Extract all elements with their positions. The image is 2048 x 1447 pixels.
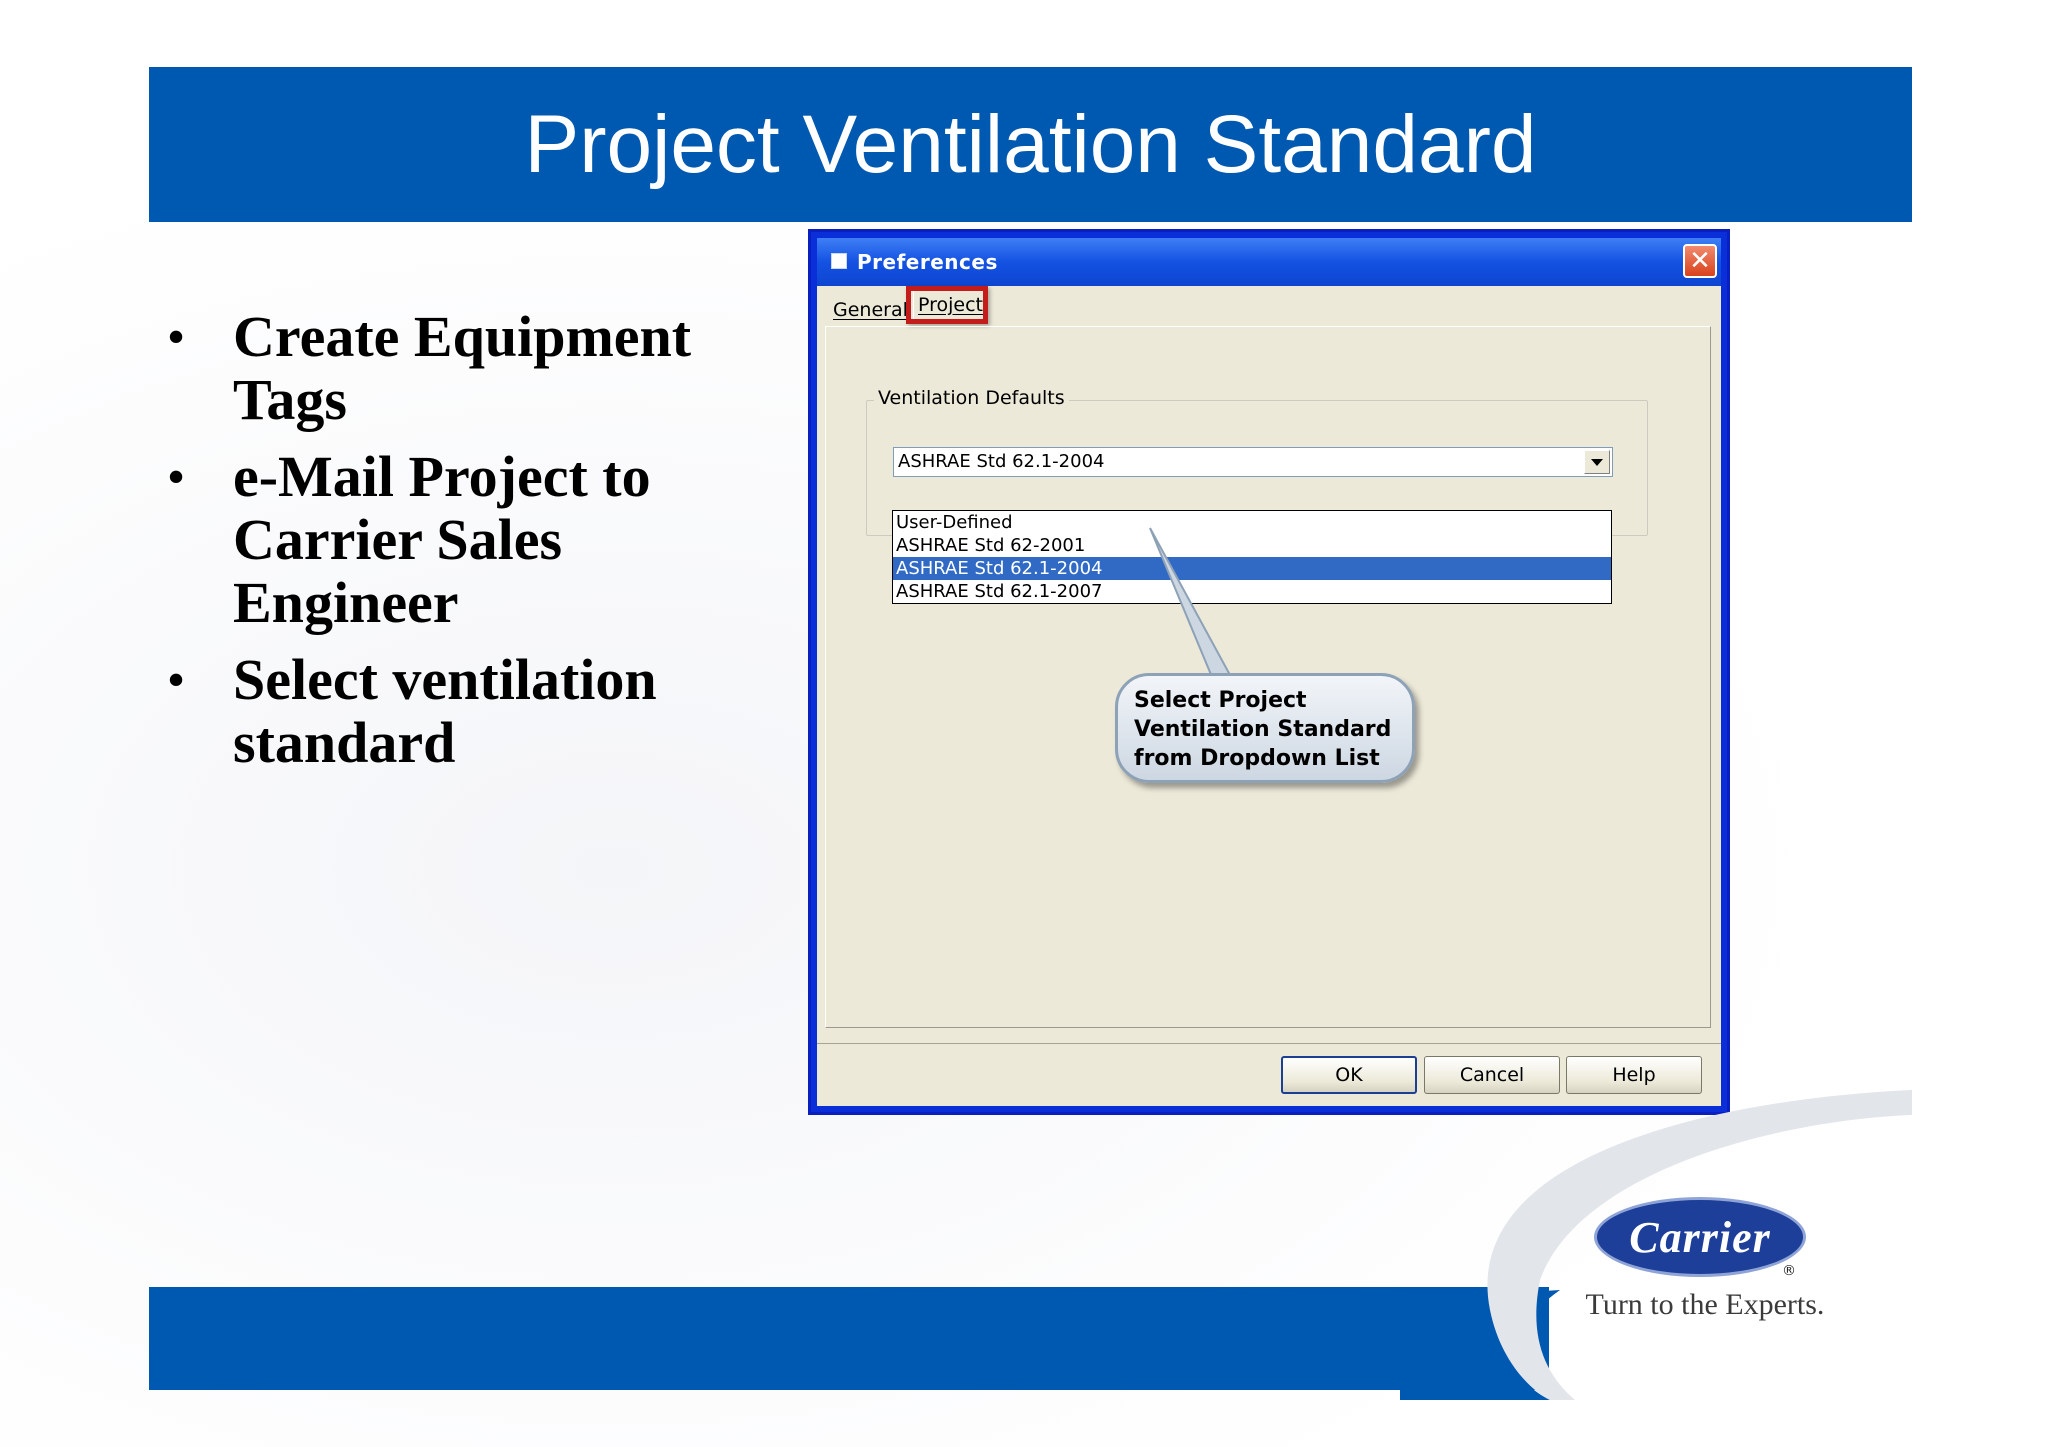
callout-text: Select Project Ventilation Standard from… xyxy=(1134,688,1392,771)
carrier-logo: Carrier xyxy=(1594,1197,1806,1277)
bullet-item: • Select ventilation standard xyxy=(160,648,780,774)
preferences-dialog: Preferences ✕ General Project Ventilatio… xyxy=(808,229,1730,1115)
bullet-text: Create Equipment Tags xyxy=(233,304,692,432)
slide-title: Project Ventilation Standard xyxy=(524,98,1537,190)
ok-button[interactable]: OK xyxy=(1281,1056,1417,1094)
option-user-defined[interactable]: User-Defined xyxy=(893,511,1611,534)
groupbox-label: Ventilation Defaults xyxy=(874,387,1069,409)
registered-mark: ® xyxy=(1782,1263,1796,1279)
bullet-item: • Create Equipment Tags xyxy=(160,305,780,431)
bullet-text: e-Mail Project to Carrier Sales Engineer xyxy=(233,444,651,635)
tab-general-label: General xyxy=(833,299,908,321)
bullet-text: Select ventilation standard xyxy=(233,647,657,775)
bullet-dot-icon: • xyxy=(168,451,185,502)
dialog-title: Preferences xyxy=(857,250,998,274)
option-ashrae-62-2001[interactable]: ASHRAE Std 62-2001 xyxy=(893,534,1611,557)
bullet-dot-icon: • xyxy=(168,311,185,362)
tab-general[interactable]: General xyxy=(829,296,912,324)
header-band: Project Ventilation Standard xyxy=(149,67,1912,222)
callout-pointer-shape xyxy=(1149,527,1232,679)
dropdown-list: User-Defined ASHRAE Std 62-2001 ASHRAE S… xyxy=(892,510,1612,604)
bullet-dot-icon: • xyxy=(168,654,185,705)
callout-bubble: Select Project Ventilation Standard from… xyxy=(1115,673,1415,783)
close-icon: ✕ xyxy=(1689,246,1711,276)
bullet-item: • e-Mail Project to Carrier Sales Engine… xyxy=(160,445,780,634)
option-ashrae-62-1-2004[interactable]: ASHRAE Std 62.1-2004 xyxy=(893,557,1611,580)
tab-highlight-box xyxy=(906,286,988,324)
dialog-titlebar[interactable]: Preferences ✕ xyxy=(817,238,1721,286)
bullet-list: • Create Equipment Tags • e-Mail Project… xyxy=(160,305,780,788)
logo-tagline: Turn to the Experts. xyxy=(1585,1288,1825,1321)
chevron-down-icon[interactable] xyxy=(1584,450,1610,474)
logo-wordmark: Carrier xyxy=(1629,1212,1771,1262)
select-value: ASHRAE Std 62.1-2004 xyxy=(898,451,1105,472)
footer-band xyxy=(149,1287,1549,1390)
close-button[interactable]: ✕ xyxy=(1683,244,1717,278)
option-ashrae-62-1-2007[interactable]: ASHRAE Std 62.1-2007 xyxy=(893,580,1611,603)
window-icon xyxy=(831,253,847,269)
ventilation-standard-select[interactable]: ASHRAE Std 62.1-2004 xyxy=(893,447,1613,477)
callout-pointer xyxy=(1149,527,1232,679)
